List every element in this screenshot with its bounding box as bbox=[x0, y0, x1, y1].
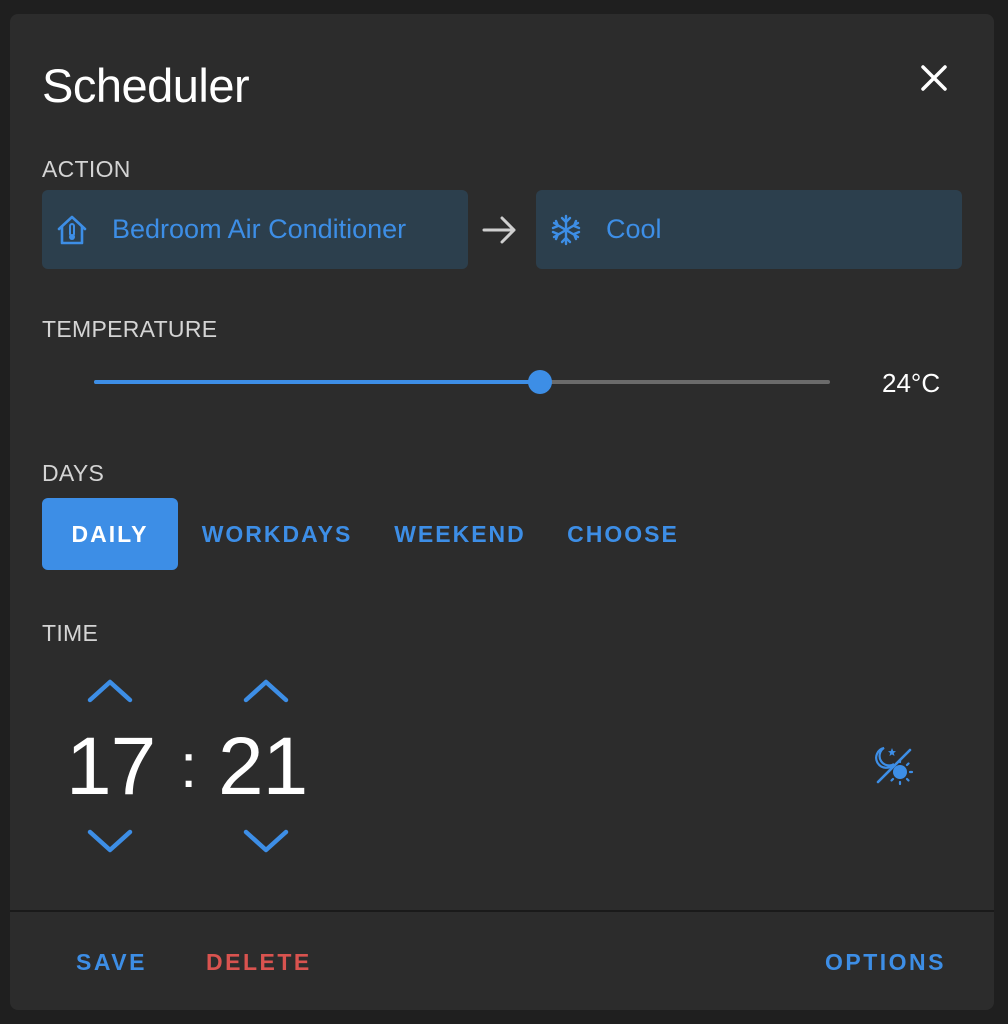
hours-up-button[interactable] bbox=[82, 670, 138, 710]
dialog-title: Scheduler bbox=[42, 59, 250, 112]
chevron-down-icon bbox=[243, 829, 289, 853]
time-separator: : bbox=[180, 732, 198, 801]
temperature-label: TEMPERATURE bbox=[42, 316, 218, 342]
minutes-up-button[interactable] bbox=[238, 670, 294, 710]
slider-thumb[interactable] bbox=[528, 370, 553, 394]
scheduler-dialog: Scheduler ACTION Bedroom Air Conditioner bbox=[10, 14, 994, 1010]
options-button[interactable]: OPTIONS bbox=[825, 940, 946, 984]
temperature-slider[interactable] bbox=[94, 366, 830, 398]
day-option-daily[interactable]: DAILY bbox=[42, 498, 178, 570]
day-option-workdays[interactable]: WORKDAYS bbox=[196, 498, 358, 570]
chevron-down-icon bbox=[87, 829, 133, 853]
snowflake-icon bbox=[548, 212, 584, 248]
entity-select[interactable]: Bedroom Air Conditioner bbox=[42, 190, 468, 269]
save-button[interactable]: SAVE bbox=[76, 940, 147, 984]
entity-label: Bedroom Air Conditioner bbox=[112, 214, 407, 244]
close-icon bbox=[921, 65, 947, 91]
service-select[interactable]: Cool bbox=[536, 190, 962, 269]
time-label: TIME bbox=[42, 620, 99, 646]
minutes-value[interactable]: 21 bbox=[218, 722, 308, 812]
sun-moon-icon bbox=[875, 746, 914, 786]
temperature-value: 24°C bbox=[882, 368, 941, 398]
minutes-down-button[interactable] bbox=[238, 822, 294, 862]
slider-fill bbox=[94, 380, 541, 384]
chevron-up-icon bbox=[87, 679, 133, 703]
day-option-choose[interactable]: CHOOSE bbox=[560, 498, 686, 570]
sun-moon-toggle-button[interactable] bbox=[870, 742, 918, 790]
service-label: Cool bbox=[606, 214, 662, 244]
hours-down-button[interactable] bbox=[82, 822, 138, 862]
arrow-right-icon bbox=[480, 210, 520, 250]
action-label: ACTION bbox=[42, 156, 131, 182]
days-label: DAYS bbox=[42, 460, 105, 486]
home-thermometer-icon bbox=[54, 212, 90, 248]
close-button[interactable] bbox=[910, 54, 958, 102]
chevron-up-icon bbox=[243, 679, 289, 703]
footer-divider bbox=[10, 910, 994, 912]
day-option-weekend[interactable]: WEEKEND bbox=[386, 498, 534, 570]
hours-value[interactable]: 17 bbox=[66, 722, 156, 812]
delete-button[interactable]: DELETE bbox=[206, 940, 312, 984]
